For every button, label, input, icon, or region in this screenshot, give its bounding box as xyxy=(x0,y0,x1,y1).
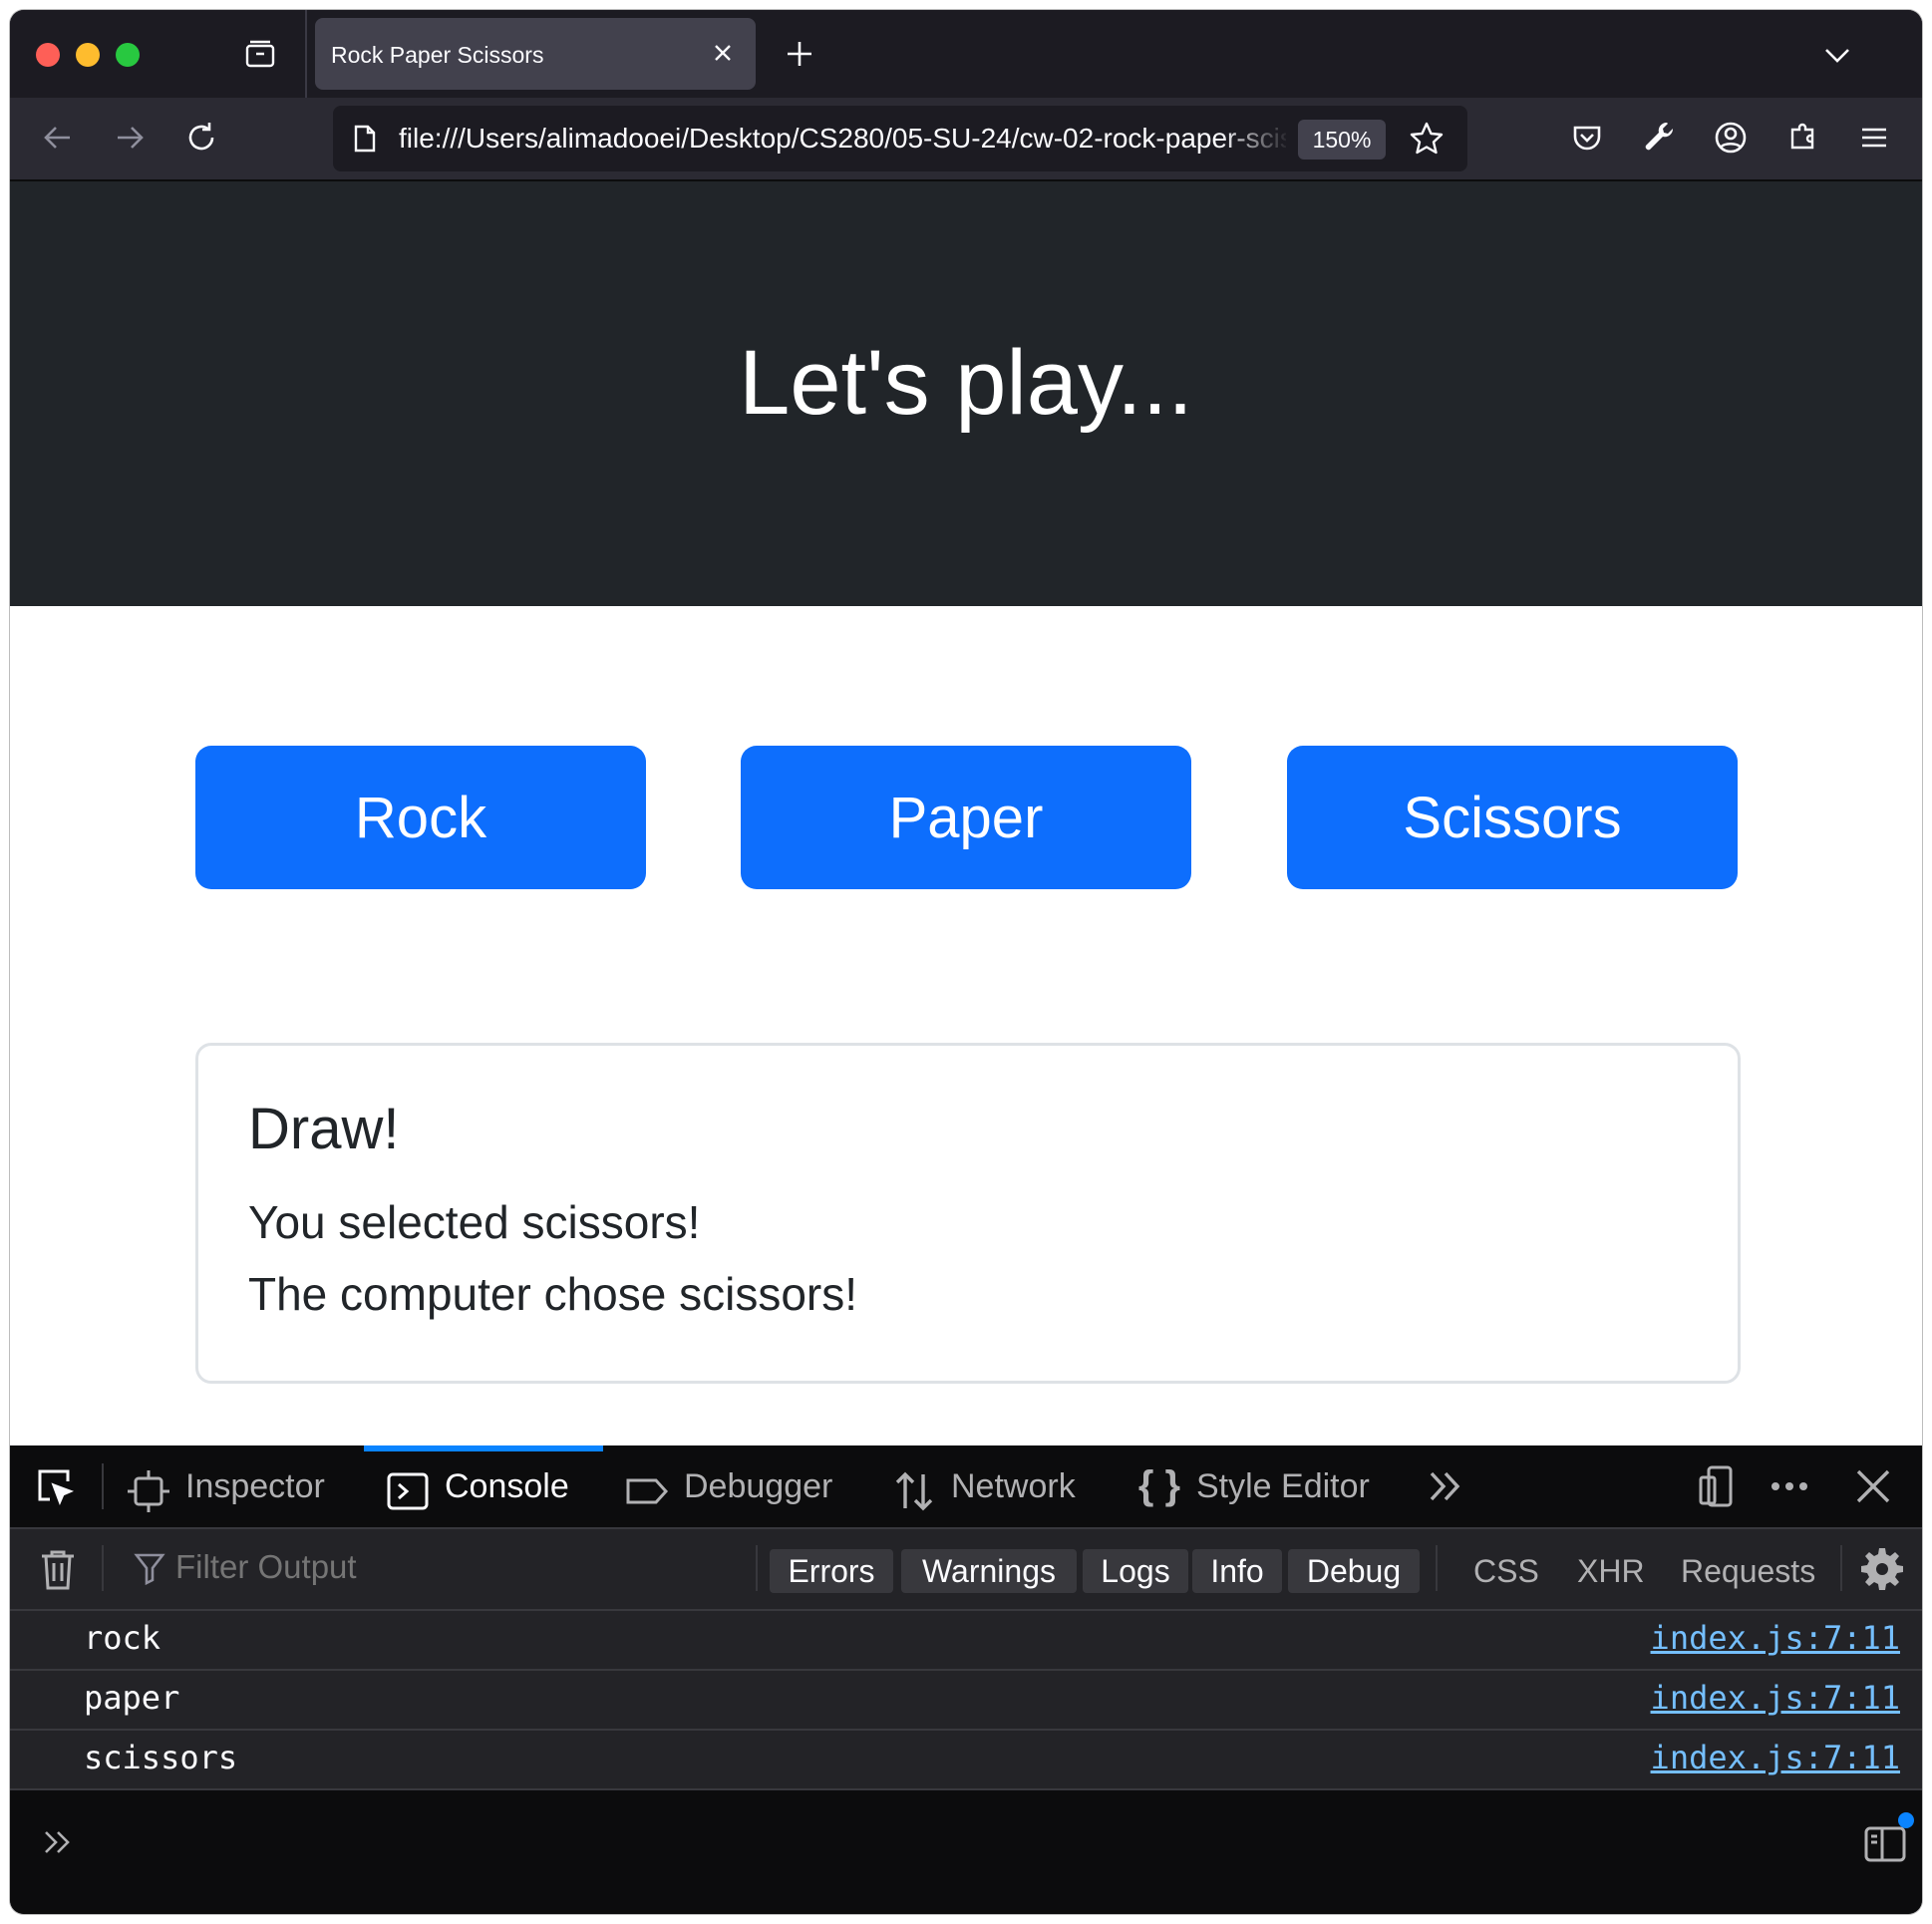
tab-separator xyxy=(102,1463,104,1509)
console-log-row: paper index.js:7:11 xyxy=(10,1671,1922,1731)
close-window-button[interactable] xyxy=(36,43,60,67)
pick-element-icon[interactable] xyxy=(32,1463,78,1509)
filter-output-input[interactable] xyxy=(173,1547,736,1587)
log-source-link[interactable]: index.js:7:11 xyxy=(1651,1739,1900,1776)
extensions-icon[interactable] xyxy=(1782,118,1822,158)
trash-icon[interactable] xyxy=(38,1547,78,1591)
tab-network[interactable]: Network xyxy=(891,1445,1076,1527)
filter-icon xyxy=(134,1551,165,1586)
paper-button[interactable]: Paper xyxy=(741,746,1191,889)
filter-errors-toggle[interactable]: Errors xyxy=(770,1549,893,1593)
tab-inspector-label: Inspector xyxy=(185,1467,325,1505)
tab-bar: Rock Paper Scissors xyxy=(10,10,1922,98)
console-log-row: scissors index.js:7:11 xyxy=(10,1731,1922,1790)
navigation-toolbar: file:///Users/alimadooei/Desktop/CS280/0… xyxy=(10,98,1922,181)
tab-debugger[interactable]: Debugger xyxy=(624,1445,832,1527)
prompt-icon[interactable] xyxy=(40,1822,80,1862)
filter-info-toggle[interactable]: Info xyxy=(1192,1549,1282,1593)
tab-style-editor-label: Style Editor xyxy=(1196,1467,1370,1505)
debugger-icon xyxy=(624,1462,670,1508)
browser-tab[interactable]: Rock Paper Scissors xyxy=(315,18,756,90)
pocket-icon[interactable] xyxy=(1567,118,1607,158)
more-icon[interactable] xyxy=(1767,1463,1812,1509)
tab-network-label: Network xyxy=(951,1467,1076,1505)
account-icon[interactable] xyxy=(1711,118,1751,158)
console-filter-bar: Errors Warnings Logs Info Debug CSS XHR … xyxy=(10,1529,1922,1611)
log-source-link[interactable]: index.js:7:11 xyxy=(1651,1679,1900,1717)
close-devtools-icon[interactable] xyxy=(1850,1463,1896,1509)
page-title: Let's play... xyxy=(739,332,1193,434)
minimize-window-button[interactable] xyxy=(76,43,100,67)
filter-debug-toggle[interactable]: Debug xyxy=(1288,1549,1420,1593)
inspector-icon xyxy=(126,1462,171,1513)
result-title: Draw! xyxy=(248,1097,400,1161)
tab-console-label: Console xyxy=(445,1467,569,1505)
zoom-window-button[interactable] xyxy=(116,43,140,67)
console-icon xyxy=(385,1462,431,1510)
tab-debugger-label: Debugger xyxy=(684,1467,833,1505)
chevron-down-icon[interactable] xyxy=(1820,38,1854,72)
scissors-button[interactable]: Scissors xyxy=(1287,746,1738,889)
log-message: rock xyxy=(84,1619,161,1657)
more-tabs-icon[interactable] xyxy=(1424,1463,1469,1509)
wrench-icon[interactable] xyxy=(1639,118,1679,158)
filter-xhr-toggle[interactable]: XHR xyxy=(1577,1549,1645,1593)
gear-icon[interactable] xyxy=(1858,1545,1906,1593)
filter-requests-toggle[interactable]: Requests xyxy=(1681,1549,1815,1593)
page-icon xyxy=(351,124,379,154)
filter-separator xyxy=(1436,1545,1438,1591)
url-bar[interactable]: file:///Users/alimadooei/Desktop/CS280/0… xyxy=(333,106,1467,171)
devtools-tab-bar: Inspector Console Debugger Network { } St… xyxy=(10,1445,1922,1529)
url-fade xyxy=(1220,116,1290,161)
filter-separator xyxy=(1840,1545,1842,1591)
tab-style-editor[interactable]: { } Style Editor xyxy=(1136,1445,1370,1527)
tab-inspector[interactable]: Inspector xyxy=(126,1445,325,1527)
filter-separator xyxy=(102,1545,104,1591)
tab-console[interactable]: Console xyxy=(385,1445,569,1527)
reload-icon[interactable] xyxy=(181,118,221,158)
filter-css-toggle[interactable]: CSS xyxy=(1473,1549,1539,1593)
game-content: Rock Paper Scissors Draw! You selected s… xyxy=(10,606,1922,1445)
close-icon[interactable] xyxy=(706,36,740,70)
forward-arrow-icon[interactable] xyxy=(110,118,150,158)
url-text[interactable]: file:///Users/alimadooei/Desktop/CS280/0… xyxy=(399,123,1286,155)
console-log-row: rock index.js:7:11 xyxy=(10,1611,1922,1671)
filter-logs-toggle[interactable]: Logs xyxy=(1083,1549,1188,1593)
devtools-panel: Inspector Console Debugger Network { } St… xyxy=(10,1445,1922,1914)
log-source-link[interactable]: index.js:7:11 xyxy=(1651,1619,1900,1657)
style-editor-icon: { } xyxy=(1137,1463,1181,1508)
plus-icon[interactable] xyxy=(780,34,819,74)
result-card: Draw! You selected scissors! The compute… xyxy=(195,1043,1741,1384)
tab-divider xyxy=(305,10,307,98)
hero-section: Let's play... xyxy=(10,181,1922,606)
responsive-icon[interactable] xyxy=(1695,1463,1741,1509)
notification-dot xyxy=(1898,1812,1914,1828)
log-message: paper xyxy=(84,1679,180,1717)
log-message: scissors xyxy=(84,1739,238,1776)
rock-button[interactable]: Rock xyxy=(195,746,646,889)
filter-warnings-toggle[interactable]: Warnings xyxy=(901,1549,1077,1593)
star-icon[interactable] xyxy=(1408,120,1446,158)
browser-window: Rock Paper Scissors file:///Users/alimad… xyxy=(10,10,1922,1914)
computer-choice-text: The computer chose scissors! xyxy=(248,1268,858,1320)
filter-separator xyxy=(756,1545,758,1591)
menu-icon[interactable] xyxy=(1854,118,1894,158)
tab-view-icon[interactable] xyxy=(243,38,277,72)
back-arrow-icon[interactable] xyxy=(38,118,78,158)
tab-title: Rock Paper Scissors xyxy=(331,42,544,68)
network-icon xyxy=(891,1462,937,1511)
user-choice-text: You selected scissors! xyxy=(248,1196,701,1248)
zoom-level-badge[interactable]: 150% xyxy=(1298,120,1386,160)
